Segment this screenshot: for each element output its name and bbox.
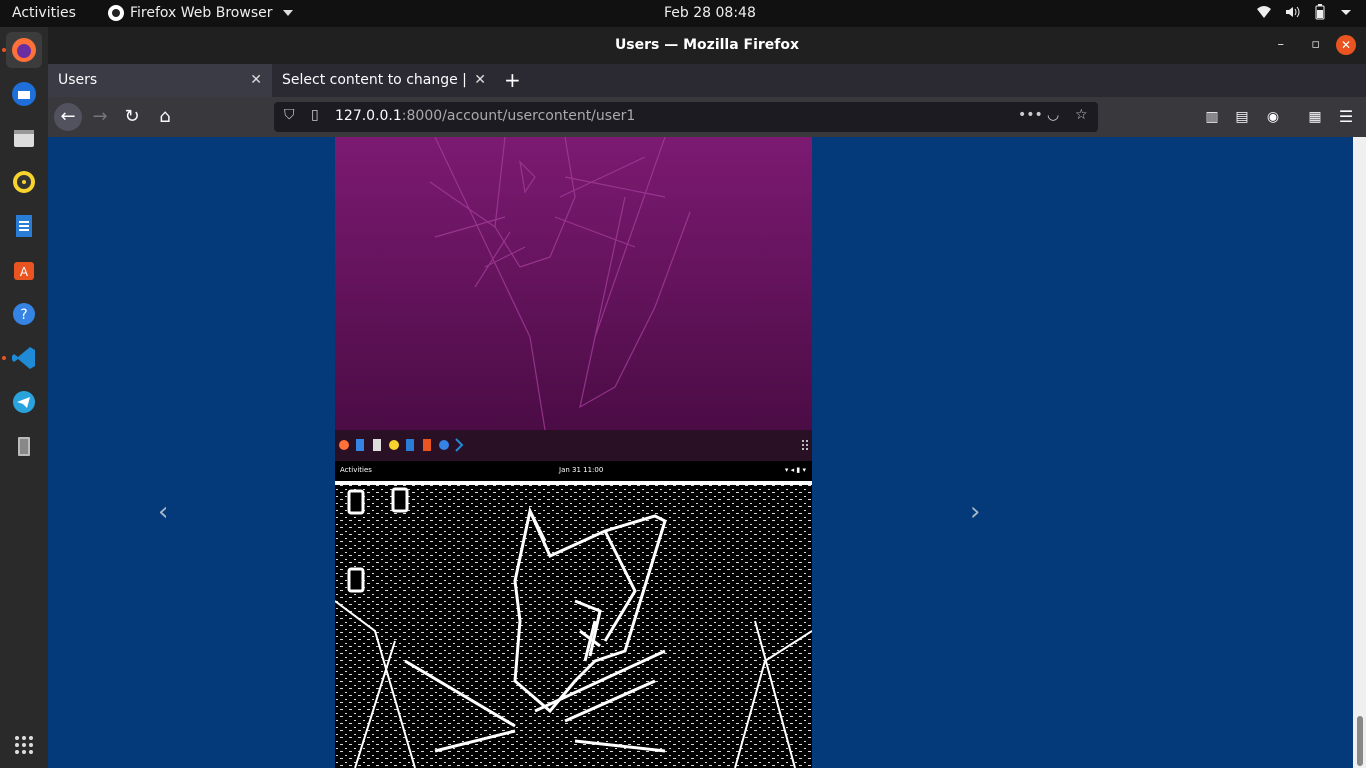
thresholded-desktop-image [335, 481, 812, 768]
window-title: Users — Mozilla Firefox [614, 37, 800, 53]
url-text[interactable]: 127.0.0.1:8000/account/usercontent/user1 [335, 108, 635, 124]
inner-tray: ▾ ◂ ▮ ▾ [784, 466, 806, 474]
extensions-icon[interactable]: ▦ [1301, 103, 1329, 131]
vscode-icon [12, 347, 35, 369]
window-titlebar[interactable]: Users — Mozilla Firefox – ▫ ✕ [48, 27, 1366, 64]
sidebar-icon[interactable]: ▤ [1228, 103, 1256, 131]
inner-dock-icons [339, 438, 808, 452]
carousel-next-button[interactable]: › [970, 497, 980, 527]
dock-help[interactable]: ? [6, 296, 42, 332]
page-content: ‹ › Activities Jan 31 11:00 ▾ ◂ ▮ ▾ [48, 137, 1353, 768]
show-applications-button[interactable] [6, 727, 42, 763]
help-icon: ? [13, 303, 35, 325]
navigation-toolbar: ← → ↻ ⌂ ⛉ ▯ 127.0.0.1:8000/account/userc… [48, 97, 1366, 137]
library-icon[interactable]: ▥ [1198, 103, 1226, 131]
volume-icon [1286, 6, 1300, 18]
dock-writer[interactable] [6, 208, 42, 244]
maximize-button[interactable]: ▫ [1311, 37, 1320, 52]
dock-rhythmbox[interactable] [6, 164, 42, 200]
folder-icon [14, 130, 34, 147]
page-actions-icon[interactable]: ••• [1018, 107, 1043, 123]
minimize-button[interactable]: – [1278, 37, 1285, 52]
rhythmbox-icon [13, 171, 35, 193]
page-scrollbar[interactable] [1353, 137, 1366, 768]
carousel-prev-button[interactable]: ‹ [158, 497, 168, 527]
telegram-icon [13, 391, 35, 413]
dock-software[interactable]: A [6, 252, 42, 288]
close-tab-icon[interactable]: ✕ [474, 72, 486, 88]
apps-grid-icon [15, 736, 33, 754]
shield-icon[interactable]: ⛉ [284, 107, 295, 123]
scrollbar-thumb[interactable] [1357, 716, 1363, 766]
svg-text:?: ? [20, 307, 27, 323]
dock-trash[interactable] [6, 428, 42, 464]
tab-select-content[interactable]: Select content to change | D ✕ [272, 64, 496, 97]
reload-button[interactable]: ↻ [118, 103, 146, 131]
forward-button[interactable]: → [86, 103, 114, 131]
software-icon: A [14, 262, 34, 280]
cat-outline-drawing [335, 481, 812, 768]
inner-activities: Activities [340, 466, 372, 474]
firefox-icon [108, 5, 124, 21]
tab-label: Users [58, 72, 98, 88]
wallpaper-region [335, 137, 812, 431]
tab-label: Select content to change | D [282, 72, 472, 88]
trash-icon [18, 437, 30, 456]
home-button[interactable]: ⌂ [151, 103, 179, 131]
app-menu[interactable]: Firefox Web Browser [108, 5, 293, 21]
close-window-button[interactable]: ✕ [1336, 35, 1356, 55]
wallpaper-cat-drawing [429, 137, 691, 431]
dock-telegram[interactable] [6, 384, 42, 420]
clock[interactable]: Feb 28 08:48 [664, 5, 756, 21]
tab-users[interactable]: Users ✕ [48, 64, 272, 97]
close-tab-icon[interactable]: ✕ [250, 72, 262, 88]
chevron-down-icon [282, 10, 293, 16]
back-button[interactable]: ← [54, 103, 82, 131]
account-icon[interactable]: ◉ [1259, 103, 1287, 131]
inner-clock: Jan 31 11:00 [559, 466, 604, 474]
battery-icon [1315, 4, 1325, 20]
chevron-down-icon [1341, 10, 1351, 15]
inner-dock [335, 430, 812, 461]
dock-vscode[interactable] [6, 340, 42, 376]
page-info-icon[interactable]: ▯ [311, 107, 319, 123]
tab-strip: Users ✕ Select content to change | D ✕ + [48, 64, 1366, 97]
thunderbird-icon [12, 82, 36, 106]
url-bar[interactable]: ⛉ ▯ 127.0.0.1:8000/account/usercontent/u… [274, 102, 1098, 132]
dock-thunderbird[interactable] [6, 76, 42, 112]
carousel-slide-image: Activities Jan 31 11:00 ▾ ◂ ▮ ▾ [335, 137, 812, 768]
dock-files[interactable] [6, 120, 42, 156]
svg-text:A: A [20, 265, 29, 279]
pocket-icon[interactable]: ◡ [1047, 107, 1059, 123]
hamburger-menu-icon[interactable]: ☰ [1332, 103, 1360, 131]
system-tray[interactable] [1256, 4, 1352, 20]
bookmark-star-icon[interactable]: ☆ [1075, 107, 1088, 123]
activities-button[interactable]: Activities [12, 5, 76, 21]
app-menu-label: Firefox Web Browser [130, 5, 273, 21]
dock-firefox[interactable] [6, 32, 42, 68]
wifi-icon [1257, 6, 1271, 18]
dock: A ? [0, 27, 48, 768]
url-path: :8000/account/usercontent/user1 [401, 108, 636, 124]
document-icon [16, 215, 32, 237]
new-tab-button[interactable]: + [504, 68, 521, 92]
firefox-icon [12, 38, 36, 62]
system-top-bar: Activities Firefox Web Browser Feb 28 08… [0, 0, 1366, 27]
url-host: 127.0.0.1 [335, 108, 402, 124]
inner-topbar: Activities Jan 31 11:00 ▾ ◂ ▮ ▾ [335, 461, 812, 481]
